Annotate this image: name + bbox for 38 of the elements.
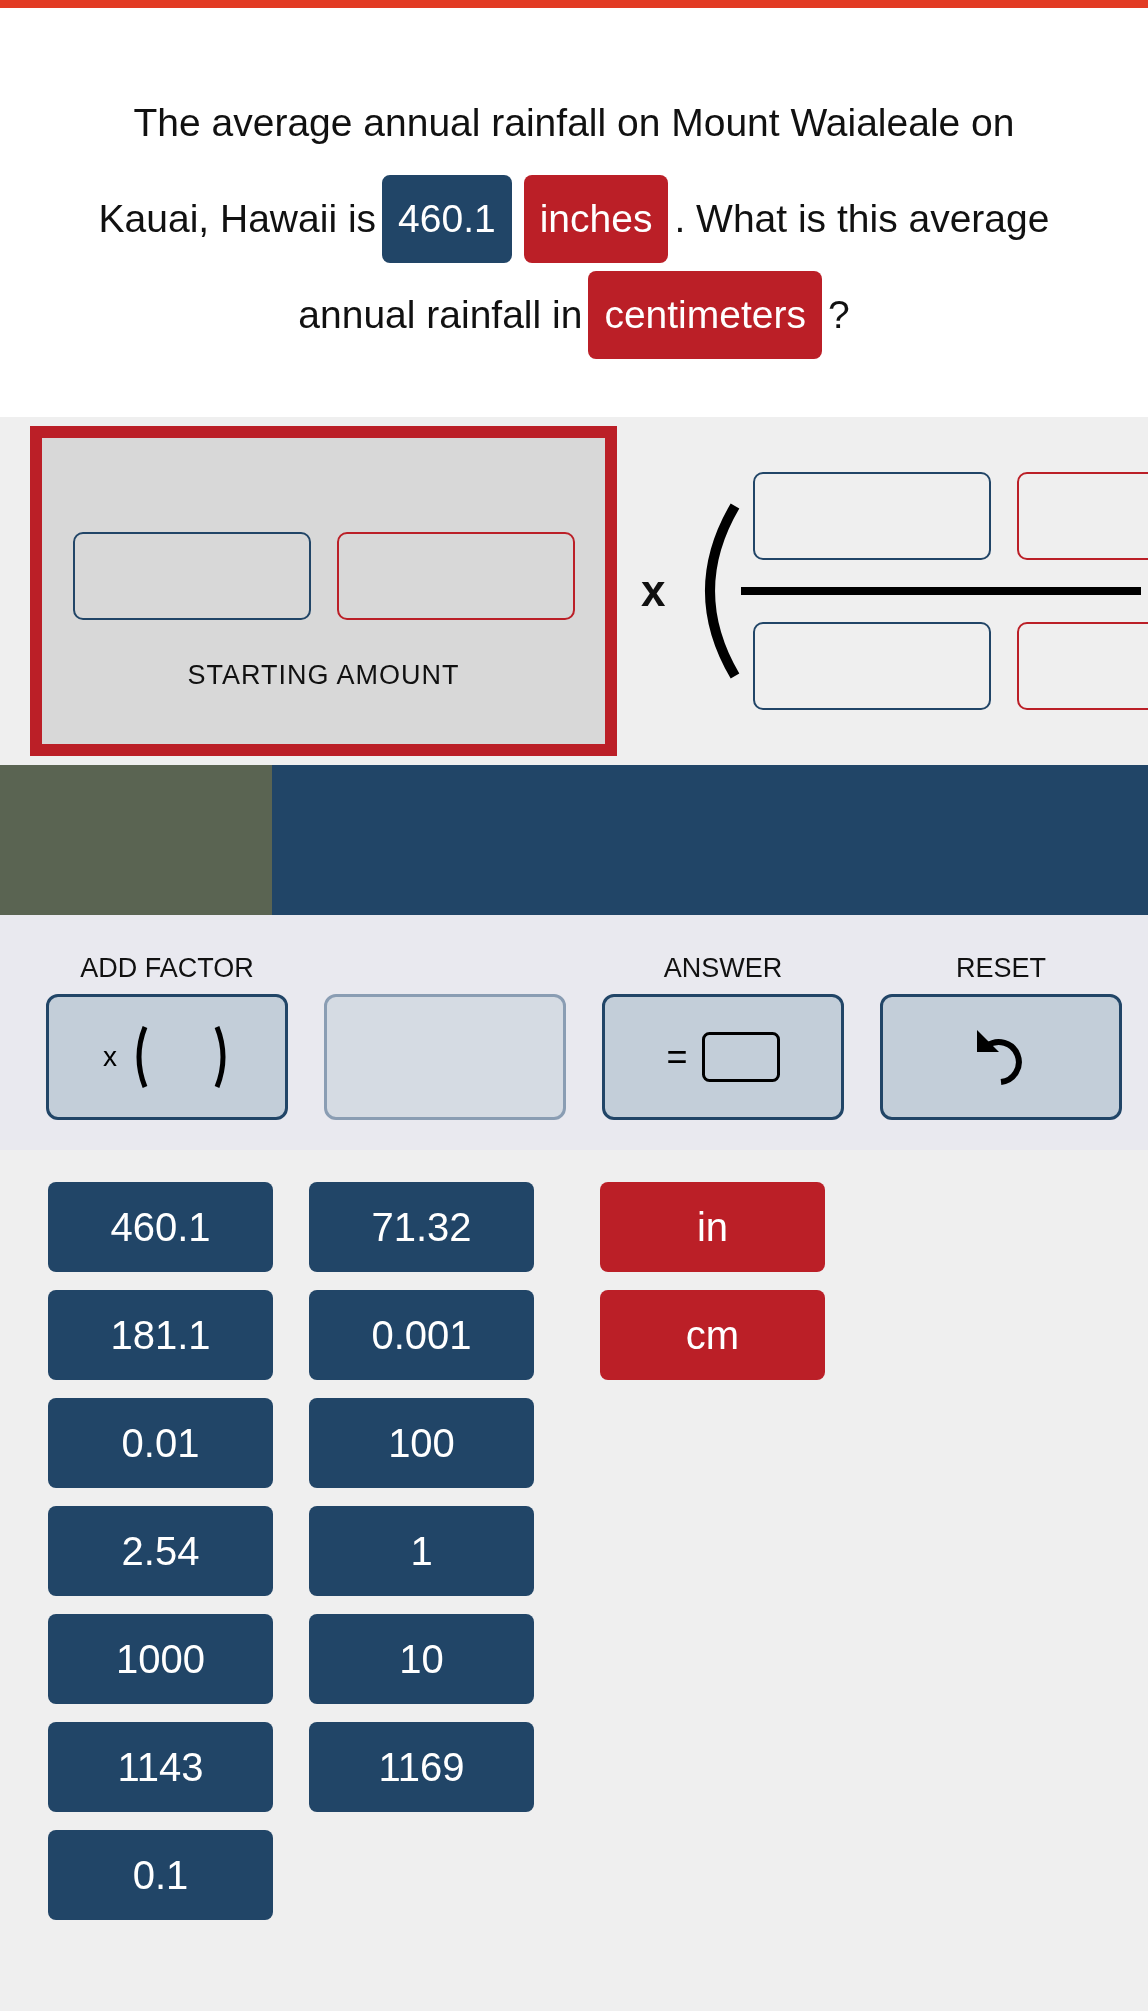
number-tile[interactable]: 1 <box>309 1506 534 1596</box>
number-tile[interactable]: 10 <box>309 1614 534 1704</box>
question-text: . What is this average <box>674 195 1050 242</box>
number-tile[interactable]: 460.1 <box>48 1182 273 1272</box>
toolbar-label: ADD FACTOR <box>80 953 254 983</box>
number-tile[interactable]: 1000 <box>48 1614 273 1704</box>
answer-button[interactable]: = <box>602 994 844 1120</box>
value-chip: 460.1 <box>382 174 512 263</box>
question-text: The average annual rainfall on Mount Waialeale on <box>133 99 1015 146</box>
reset-button[interactable] <box>880 994 1122 1120</box>
value-slot[interactable] <box>753 472 992 560</box>
equals-sign: = <box>666 1036 688 1078</box>
number-tile[interactable]: 0.01 <box>48 1398 273 1488</box>
number-tile[interactable]: 181.1 <box>48 1290 273 1380</box>
question-text: ? <box>827 291 850 338</box>
toolbar-label: RESET <box>956 953 1046 983</box>
times-sign: x <box>641 566 666 616</box>
times-sign: x <box>103 1041 117 1073</box>
unit-chip: centimeters <box>588 270 822 359</box>
unit-chip: inches <box>523 174 669 263</box>
unit-tile[interactable]: cm <box>600 1290 825 1380</box>
value-slot[interactable] <box>72 531 311 620</box>
number-tile[interactable]: 100 <box>309 1398 534 1488</box>
number-tile[interactable]: 1169 <box>309 1722 534 1812</box>
starting-amount-label: STARTING AMOUNT <box>187 659 460 691</box>
number-tile[interactable]: 0.001 <box>309 1290 534 1380</box>
question-text: Kauai, Hawaii is <box>98 195 377 242</box>
number-tile[interactable]: 2.54 <box>48 1506 273 1596</box>
box-icon <box>701 1032 780 1082</box>
number-tile[interactable]: 1143 <box>48 1722 273 1812</box>
toolbar-label: ANSWER <box>663 953 783 983</box>
unit-slot[interactable] <box>336 531 575 620</box>
unit-tile[interactable]: in <box>600 1182 825 1272</box>
number-tile[interactable]: 71.32 <box>309 1182 534 1272</box>
number-tile[interactable]: 0.1 <box>48 1830 273 1920</box>
add-factor-button[interactable]: x <box>46 994 288 1120</box>
question-text: annual rainfall in <box>298 291 583 338</box>
value-slot[interactable] <box>753 622 992 710</box>
